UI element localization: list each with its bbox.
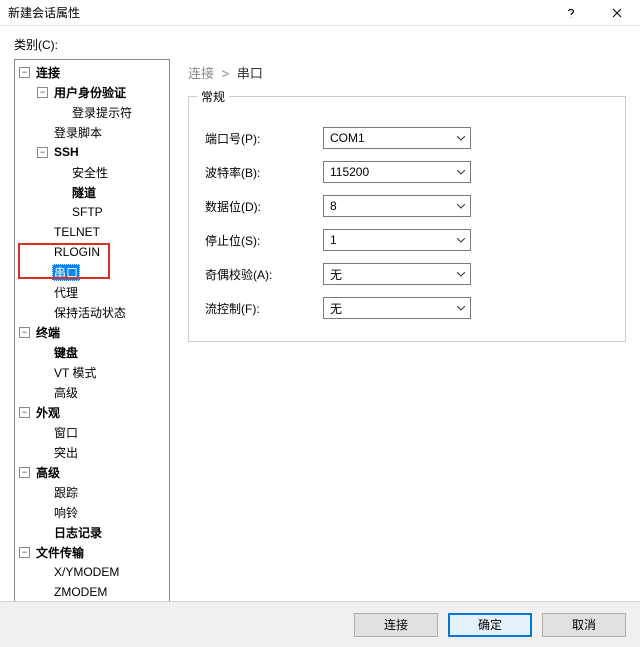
combo-stopbits-value: 1 (324, 233, 452, 247)
row-stopbits: 停止位(S): 1 (205, 223, 609, 257)
label-databits: 数据位(D): (205, 198, 323, 215)
breadcrumb: 连接 > 串口 (188, 61, 626, 96)
row-flowctrl: 流控制(F): 无 (205, 291, 609, 325)
label-flowctrl: 流控制(F): (205, 300, 323, 317)
tree-item-advanced[interactable]: − 高级 (19, 462, 169, 482)
tree-item-login-prompt[interactable]: 登录提示符 (55, 102, 169, 122)
tree-item-ssh[interactable]: − SSH (37, 142, 169, 162)
chevron-down-icon (452, 298, 470, 318)
combo-parity-value: 无 (324, 266, 452, 283)
tree-item-advanced-terminal[interactable]: 高级 (37, 382, 169, 402)
breadcrumb-sep: > (222, 66, 230, 81)
label-baud: 波特率(B): (205, 164, 323, 181)
tree-item-security[interactable]: 安全性 (55, 162, 169, 182)
combo-baud[interactable]: 115200 (323, 161, 471, 183)
help-button[interactable] (548, 0, 594, 25)
content-area: − 连接 − 用户身份验证 登录提示符 (0, 59, 640, 619)
row-databits: 数据位(D): 8 (205, 189, 609, 223)
dialog-footer: 连接 确定 取消 (0, 601, 640, 647)
tree-item-auth[interactable]: − 用户身份验证 (37, 82, 169, 102)
chevron-down-icon (452, 196, 470, 216)
tree-item-keyboard[interactable]: 键盘 (37, 342, 169, 362)
breadcrumb-current: 串口 (237, 66, 263, 81)
window-title: 新建会话属性 (8, 4, 548, 21)
combo-parity[interactable]: 无 (323, 263, 471, 285)
collapse-icon[interactable]: − (37, 87, 48, 98)
tree-item-keepalive[interactable]: 保持活动状态 (37, 302, 169, 322)
tree-item-sftp[interactable]: SFTP (55, 202, 169, 222)
tree-item-bell[interactable]: 响铃 (37, 502, 169, 522)
connect-button[interactable]: 连接 (354, 613, 438, 637)
tree-item-zmodem[interactable]: ZMODEM (37, 582, 169, 602)
chevron-down-icon (452, 162, 470, 182)
combo-flowctrl[interactable]: 无 (323, 297, 471, 319)
tree-item-vtmode[interactable]: VT 模式 (37, 362, 169, 382)
settings-panel: 连接 > 串口 常规 端口号(P): COM1 波特率(B): 115200 (170, 59, 626, 619)
tree-item-highlighting[interactable]: 突出 (37, 442, 169, 462)
collapse-icon[interactable]: − (19, 407, 30, 418)
breadcrumb-parent: 连接 (188, 66, 214, 81)
groupbox-legend: 常规 (197, 88, 229, 105)
cancel-button[interactable]: 取消 (542, 613, 626, 637)
combo-databits-value: 8 (324, 199, 452, 213)
combo-flowctrl-value: 无 (324, 300, 452, 317)
chevron-down-icon (452, 264, 470, 284)
chevron-down-icon (452, 230, 470, 250)
tree-item-appearance[interactable]: − 外观 (19, 402, 169, 422)
label-port: 端口号(P): (205, 130, 323, 147)
category-tree[interactable]: − 连接 − 用户身份验证 登录提示符 (14, 59, 170, 619)
ok-button[interactable]: 确定 (448, 613, 532, 637)
tree-item-connection[interactable]: − 连接 (19, 62, 169, 82)
combo-port[interactable]: COM1 (323, 127, 471, 149)
chevron-down-icon (452, 128, 470, 148)
tree-item-login-script[interactable]: 登录脚本 (37, 122, 169, 142)
tree-item-proxy[interactable]: 代理 (37, 282, 169, 302)
collapse-icon[interactable]: − (19, 467, 30, 478)
window-controls (548, 0, 640, 25)
tree-root: − 连接 − 用户身份验证 登录提示符 (15, 62, 169, 602)
tree-item-serial[interactable]: 串口 (37, 262, 169, 282)
tree-item-window[interactable]: 窗口 (37, 422, 169, 442)
combo-port-value: COM1 (324, 131, 452, 145)
combo-stopbits[interactable]: 1 (323, 229, 471, 251)
tree-item-xymodem[interactable]: X/YMODEM (37, 562, 169, 582)
row-baud: 波特率(B): 115200 (205, 155, 609, 189)
tree-item-rlogin[interactable]: RLOGIN (37, 242, 169, 262)
tree-item-logging[interactable]: 日志记录 (37, 522, 169, 542)
collapse-icon[interactable]: − (19, 327, 30, 338)
titlebar: 新建会话属性 (0, 0, 640, 26)
label-stopbits: 停止位(S): (205, 232, 323, 249)
general-groupbox: 常规 端口号(P): COM1 波特率(B): 115200 数据位(D): 8 (188, 96, 626, 342)
label-parity: 奇偶校验(A): (205, 266, 323, 283)
collapse-icon[interactable]: − (19, 67, 30, 78)
category-label: 类别(C): (0, 26, 640, 59)
row-port: 端口号(P): COM1 (205, 121, 609, 155)
collapse-icon[interactable]: − (37, 147, 48, 158)
collapse-icon[interactable]: − (19, 547, 30, 558)
combo-baud-value: 115200 (324, 165, 452, 179)
row-parity: 奇偶校验(A): 无 (205, 257, 609, 291)
tree-item-terminal[interactable]: − 终端 (19, 322, 169, 342)
tree-item-filetransfer[interactable]: − 文件传输 (19, 542, 169, 562)
tree-item-tunnel[interactable]: 隧道 (55, 182, 169, 202)
tree-item-telnet[interactable]: TELNET (37, 222, 169, 242)
combo-databits[interactable]: 8 (323, 195, 471, 217)
tree-item-trace[interactable]: 跟踪 (37, 482, 169, 502)
close-button[interactable] (594, 0, 640, 25)
